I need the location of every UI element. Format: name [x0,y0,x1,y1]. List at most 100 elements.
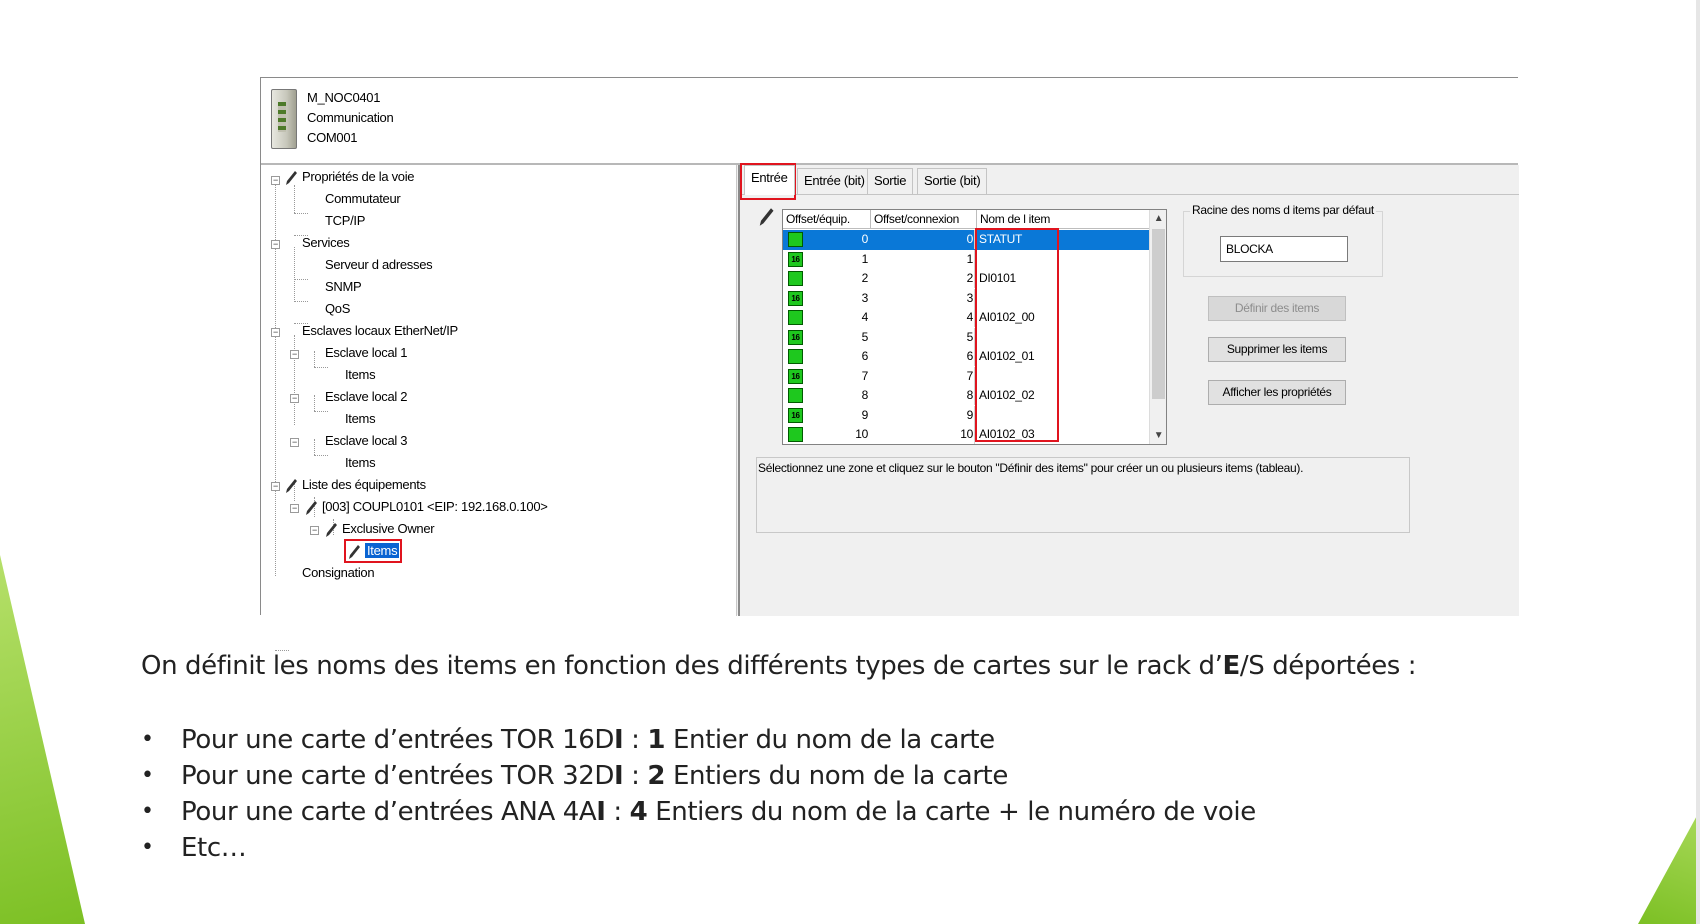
offset-connexion-cell: 2 [871,269,975,288]
table-row[interactable]: 7 16 7 [783,366,1149,387]
collapse-toggle[interactable]: − [290,394,299,403]
collapse-toggle[interactable]: − [290,438,299,447]
offset-connexion-cell: 7 [871,366,975,386]
pencil-icon [326,522,337,537]
status-square-icon [785,308,803,327]
root-name-input[interactable]: BLOCKA [1220,236,1348,262]
chevron-down-icon[interactable]: ▼ [1150,427,1166,444]
pencil-icon [286,170,297,185]
offset-connexion-cell: 9 [871,405,975,425]
scroll-thumb[interactable] [1152,229,1165,399]
grid-scrollbar[interactable]: ▲ ▼ [1149,210,1166,444]
tree-item-esclave-local-3[interactable]: Esclave local 3 [325,432,408,450]
show-properties-button[interactable]: Afficher les propriétés [1208,380,1346,405]
slide-edge [1696,0,1700,924]
offset-connexion-cell: 3 [871,288,975,308]
collapse-toggle[interactable]: − [271,176,280,185]
tree-item-serveur-adresses[interactable]: Serveur d adresses [325,256,433,274]
status-square-icon [785,386,803,405]
items-panel: Entrée Entrée (bit) Sortie Sortie (bit) … [738,163,1519,616]
module-type: Communication [307,110,394,125]
tree-item-tcpip[interactable]: TCP/IP [325,212,365,230]
collapse-toggle[interactable]: − [290,504,299,513]
table-row[interactable]: 8 8 AI0102_02 [783,386,1149,406]
offset-connexion-cell: 0 [871,230,975,249]
tab-sortie[interactable]: Sortie [867,168,914,194]
pencil-icon [759,208,774,226]
tree-item-proprietes-voie[interactable]: Propriétés de la voie [284,168,415,186]
collapse-toggle[interactable]: − [271,240,280,249]
decorative-triangle-right [1638,810,1700,924]
status-square-icon [785,230,803,249]
status-square-icon [785,269,803,288]
tree-item-services[interactable]: Services [302,234,350,252]
collapse-toggle[interactable]: − [271,328,280,337]
tree-item-items[interactable]: Items [345,454,376,472]
module-icon [271,89,297,149]
list-item: Etc… [141,830,1256,866]
tab-entree[interactable]: Entrée [744,165,795,195]
word-16-icon: 16 [785,250,803,269]
collapse-toggle[interactable]: − [310,526,319,535]
chevron-up-icon[interactable]: ▲ [1150,210,1166,227]
tree-item-label: Esclave local 1 [325,345,408,360]
tree-item-liste-equipements[interactable]: Liste des équipements [284,476,426,494]
table-row[interactable]: 5 16 5 [783,327,1149,348]
tree-item-label: Serveur d adresses [325,257,433,272]
caption-part: On définit les noms des items en fonctio… [141,651,1223,681]
caption-text: On définit les noms des items en fonctio… [141,651,1417,681]
tree-item-coupl0101[interactable]: [003] COUPL0101 <EIP: 192.168.0.100> [304,498,548,516]
tree-item-label: Commutateur [325,191,401,206]
tree-item-esclave-local-1[interactable]: Esclave local 1 [325,344,408,362]
tree-item-label: Exclusive Owner [342,521,435,536]
offset-connexion-cell: 5 [871,327,975,347]
tree-item-label: Esclaves locaux EtherNet/IP [302,323,458,338]
offset-connexion-cell: 1 [871,249,975,269]
offset-connexion-cell: 6 [871,347,975,366]
offset-connexion-cell: 4 [871,308,975,327]
config-tree: − Propriétés de la voie Commutateur TCP/… [261,165,737,651]
table-row[interactable]: 1 16 1 [783,249,1149,270]
tree-item-label: SNMP [325,279,362,294]
table-row[interactable]: 3 16 3 [783,288,1149,309]
app-window: M_NOC0401 Communication COM001 − Proprié… [260,77,1519,651]
word-16-icon: 16 [785,406,803,425]
tree-item-esclaves-locaux[interactable]: Esclaves locaux EtherNet/IP [302,322,458,340]
tab-entree-bit[interactable]: Entrée (bit) [797,168,872,194]
list-item: Pour une carte d’entrées ANA 4AI : 4 Ent… [141,794,1256,830]
table-row[interactable]: 4 4 AI0102_00 [783,308,1149,328]
tree-item-commutateur[interactable]: Commutateur [325,190,401,208]
tree-item-label: TCP/IP [325,213,366,228]
tab-sortie-bit[interactable]: Sortie (bit) [917,168,988,194]
delete-items-button[interactable]: Supprimer les items [1208,337,1346,362]
tree-item-items[interactable]: Items [345,366,376,384]
decorative-triangle-left [0,555,85,924]
column-header[interactable]: Offset/connexion [871,210,977,229]
define-items-button[interactable]: Définir des items [1208,296,1346,321]
tree-item-snmp[interactable]: SNMP [325,278,362,296]
tree-item-exclusive-owner[interactable]: Exclusive Owner [324,520,435,538]
tree-item-qos[interactable]: QoS [325,300,350,318]
tree-item-esclave-local-2[interactable]: Esclave local 2 [325,388,408,406]
word-16-icon: 16 [785,367,803,386]
tree-item-consignation[interactable]: Consignation [302,564,375,582]
tree-item-label: Propriétés de la voie [302,169,415,184]
tree-item-label: Esclave local 3 [325,433,408,448]
column-header[interactable]: Offset/équip. [783,210,871,229]
root-name-label: Racine des noms d items par défaut [1190,203,1376,217]
table-row[interactable]: 0 0 STATUT [783,230,1149,250]
tree-item-items[interactable]: Items [345,410,376,428]
column-header[interactable]: Nom de l item [977,210,1149,229]
table-row[interactable]: 2 2 DI0101 [783,269,1149,289]
table-row[interactable]: 6 6 AI0102_01 [783,347,1149,367]
table-row[interactable]: 9 16 9 [783,405,1149,426]
list-item: Pour une carte d’entrées TOR 16DI : 1 En… [141,722,1256,758]
collapse-toggle[interactable]: − [290,350,299,359]
tree-item-label: Consignation [302,565,375,580]
collapse-toggle[interactable]: − [271,482,280,491]
tree-item-label: Services [302,235,350,250]
tree-item-label: Esclave local 2 [325,389,408,404]
table-row[interactable]: 10 10 AI0102_03 [783,425,1149,444]
root-name-group: Racine des noms d items par défaut BLOCK… [1183,203,1383,277]
grid-header: Offset/équip. Offset/connexion Nom de l … [783,210,1149,229]
